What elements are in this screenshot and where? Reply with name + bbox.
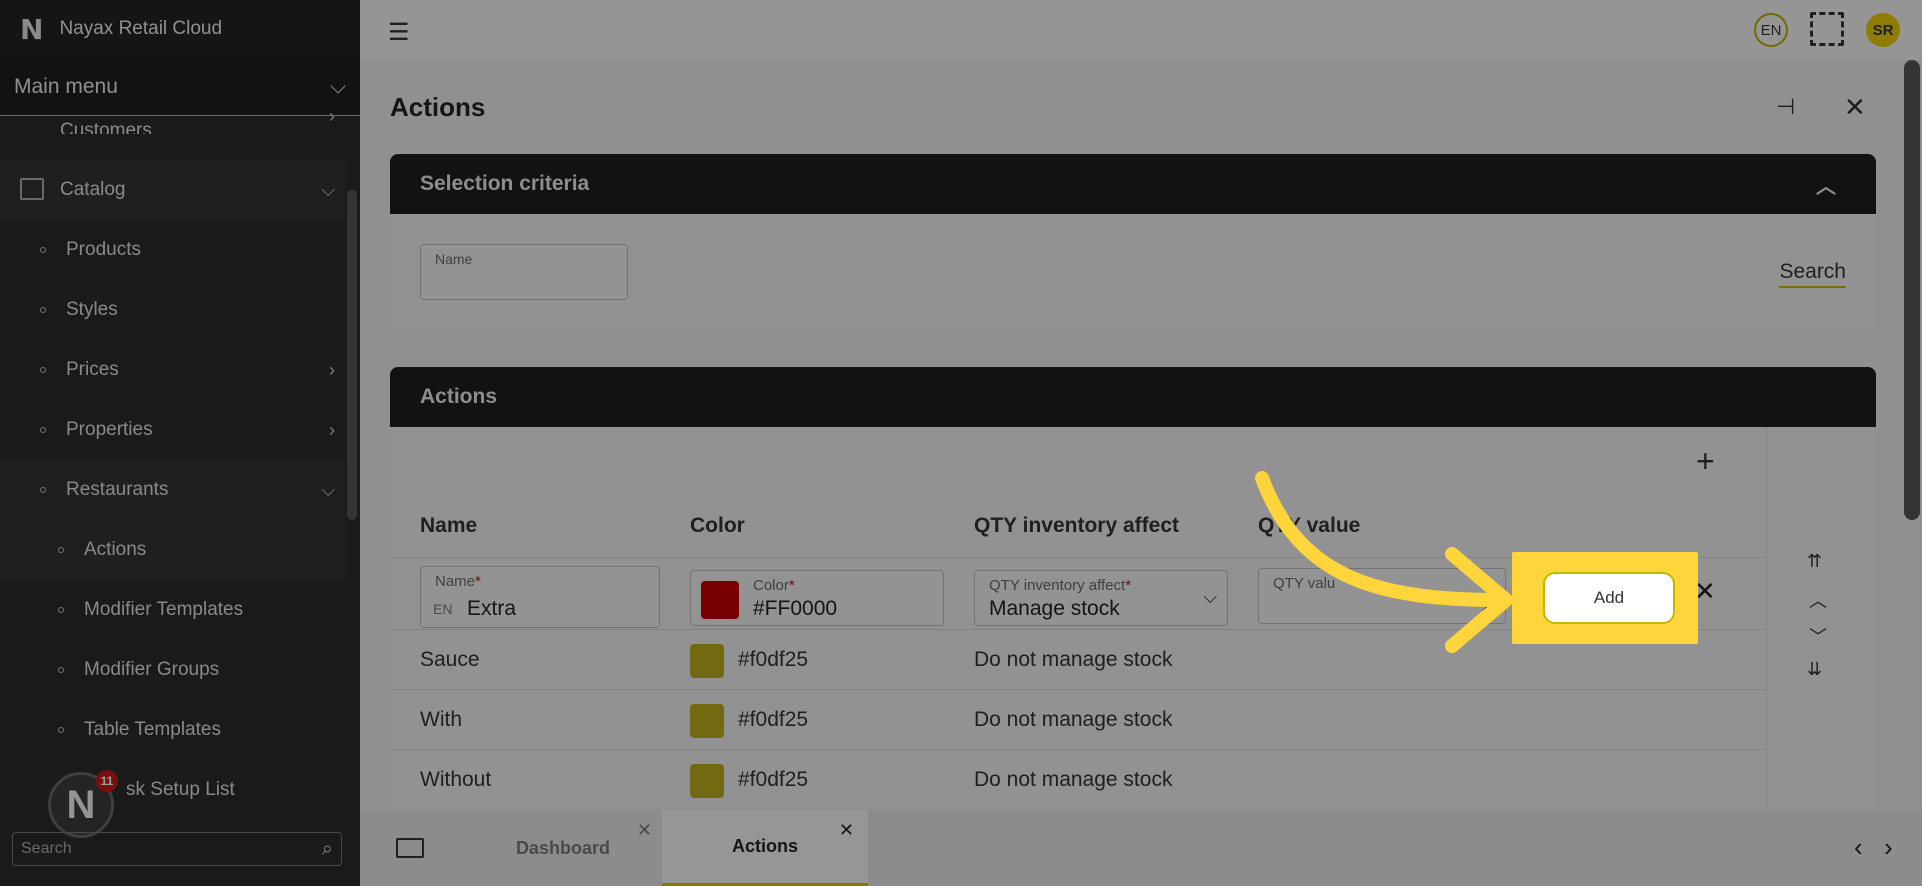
move-down-icon[interactable]: ﹀	[1809, 623, 1827, 649]
color-swatch	[690, 704, 724, 738]
nayax-logo-icon: N	[20, 12, 44, 46]
close-tab-icon[interactable]: ✕	[637, 820, 652, 841]
column-header-qty-value: QTY value	[1258, 514, 1361, 537]
chevron-down-icon: ⌵	[1203, 587, 1217, 607]
sidebar-item-modifier-groups[interactable]: Modifier Groups	[0, 640, 345, 700]
tab-actions[interactable]: Actions ✕	[662, 810, 868, 886]
name-input[interactable]: Name* EN Extra	[420, 566, 660, 628]
close-icon[interactable]: ✕	[1844, 92, 1866, 123]
close-tab-icon[interactable]: ✕	[839, 820, 854, 841]
sidebar-item-restaurants[interactable]: Restaurants ⌵	[0, 460, 345, 520]
chevron-down-icon: ⌵	[321, 179, 335, 200]
user-avatar[interactable]: SR	[1866, 13, 1900, 47]
main-menu-label: Main menu	[14, 74, 118, 98]
page-title: Actions	[390, 92, 486, 122]
fullscreen-icon[interactable]	[1810, 12, 1844, 46]
sidebar-search-input[interactable]: Search ⌕	[12, 832, 342, 866]
column-header-color: Color	[690, 514, 745, 537]
column-header-qty-affect: QTY inventory affect	[974, 514, 1179, 537]
add-row-icon[interactable]: +	[1696, 443, 1715, 480]
topbar: ☰ EN SR	[360, 0, 1922, 60]
chevron-right-icon[interactable]: ›	[1884, 832, 1893, 863]
move-bottom-icon[interactable]: ⇊	[1807, 659, 1822, 680]
color-swatch	[690, 764, 724, 798]
table-row[interactable]: Without #f0df25 Do not manage stock	[390, 749, 1766, 809]
name-filter-input[interactable]: Name	[420, 244, 628, 300]
move-top-icon[interactable]: ⇈	[1807, 551, 1822, 572]
color-swatch[interactable]	[701, 581, 739, 619]
chevron-right-icon: ›	[329, 106, 335, 126]
app-header: N Nayax Retail Cloud	[0, 0, 360, 58]
sidebar-item-catalog[interactable]: Catalog ⌵	[0, 160, 345, 220]
tab-bar: Dashboard ✕ Actions ✕ ‹ ›	[360, 810, 1922, 886]
color-input[interactable]: Color* #FF0000	[690, 570, 944, 626]
column-header-name: Name	[420, 514, 478, 537]
chevron-right-icon: ›	[329, 419, 335, 440]
page-scrollbar[interactable]	[1904, 60, 1920, 520]
sidebar-item-styles[interactable]: Styles	[0, 280, 345, 340]
table-row[interactable]: With #f0df25 Do not manage stock	[390, 689, 1766, 749]
search-icon: ⌕	[321, 837, 333, 860]
sidebar-item-prices[interactable]: Prices ›	[0, 340, 345, 400]
search-button[interactable]: Search	[1779, 260, 1846, 288]
chevron-up-icon[interactable]: ︿	[1816, 170, 1836, 199]
notification-badge: 11	[96, 770, 118, 792]
chevron-left-icon[interactable]: ‹	[1854, 832, 1863, 863]
color-swatch	[690, 644, 724, 678]
reorder-controls: ⇈ ︿ ﹀ ⇊	[1766, 427, 1876, 807]
actions-panel-header: Actions	[390, 367, 1876, 427]
chevron-down-icon: ⌵	[330, 74, 346, 98]
chevron-right-icon: ›	[329, 359, 335, 380]
sidebar-item-products[interactable]: Products	[0, 220, 345, 280]
sidebar-item-properties[interactable]: Properties ›	[0, 400, 345, 460]
language-button[interactable]: EN	[1754, 13, 1788, 47]
qty-value-input[interactable]: QTY valu 2	[1258, 568, 1506, 624]
tab-dashboard[interactable]: Dashboard ✕	[460, 810, 666, 886]
app-title: Nayax Retail Cloud	[59, 18, 223, 39]
windows-icon[interactable]	[396, 838, 424, 858]
selection-criteria-body: Name Search	[390, 214, 1876, 330]
pin-icon[interactable]: ⊣	[1776, 94, 1795, 120]
language-tag: EN	[433, 601, 453, 617]
selection-criteria-header[interactable]: Selection criteria ︿	[390, 154, 1876, 214]
sidebar-item-customers[interactable]: Customers ›	[0, 102, 345, 134]
qty-affect-select[interactable]: QTY inventory affect* Manage stock ⌵	[974, 570, 1228, 626]
sidebar: N Nayax Retail Cloud Main menu ⌵ Custome…	[0, 0, 360, 886]
catalog-icon	[20, 178, 44, 200]
move-up-icon[interactable]: ︿	[1809, 587, 1827, 613]
sidebar-item-modifier-templates[interactable]: Modifier Templates	[0, 580, 345, 640]
add-button[interactable]: Add	[1543, 572, 1675, 624]
hamburger-menu-icon[interactable]: ☰	[388, 18, 410, 47]
sidebar-item-actions[interactable]: Actions	[0, 520, 345, 580]
sidebar-item-table-templates[interactable]: Table Templates	[0, 700, 345, 760]
chevron-down-icon: ⌵	[321, 479, 335, 500]
sidebar-scrollbar[interactable]	[347, 190, 357, 520]
